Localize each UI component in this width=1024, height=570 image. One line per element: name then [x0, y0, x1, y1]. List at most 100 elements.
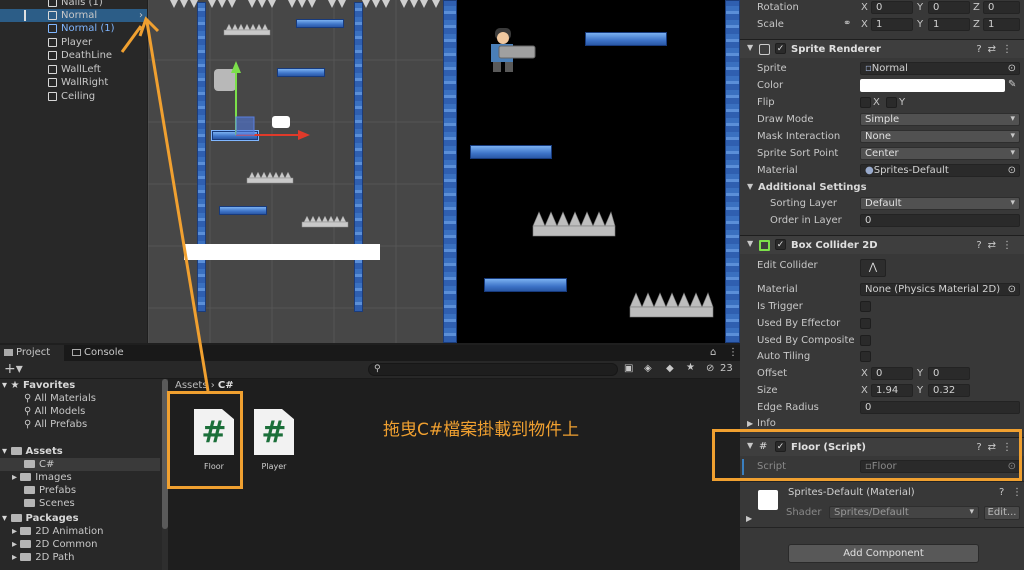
expand-arrow-icon[interactable]: ▶	[746, 514, 752, 523]
mask-interaction-dropdown[interactable]: None	[860, 130, 1020, 143]
help-icon[interactable]: ?	[999, 487, 1004, 498]
folder-item-prefabs[interactable]: Prefabs	[0, 484, 160, 497]
component-header-icons[interactable]: ?⇄⋮	[976, 44, 1018, 55]
edit-shader-button[interactable]: Edit...	[984, 506, 1020, 520]
used-by-effector-checkbox[interactable]	[860, 318, 871, 329]
packages-section[interactable]: ▾ Packages	[0, 512, 160, 525]
search-input[interactable]: ⚲	[368, 363, 618, 376]
platform-sprite[interactable]	[296, 19, 344, 28]
filter-type-icon[interactable]: ▣	[624, 363, 633, 374]
enabled-checkbox[interactable]: ✓	[775, 43, 786, 54]
hierarchy-item-wallright[interactable]: WallRight	[0, 76, 147, 89]
expand-arrow-icon[interactable]: ▼	[747, 182, 753, 191]
rotation-y-field[interactable]: 0	[928, 1, 970, 14]
asset-file-player[interactable]: # Player	[248, 409, 300, 483]
link-icon[interactable]: ⚭	[843, 18, 851, 29]
color-swatch[interactable]	[860, 79, 1005, 92]
offset-y-field[interactable]: 0	[928, 367, 970, 380]
rotation-x-field[interactable]: 0	[871, 1, 913, 14]
expand-arrow-icon[interactable]: ▶	[747, 419, 753, 428]
assets-section[interactable]: ▾ Assets	[0, 445, 160, 458]
breadcrumb-current[interactable]: C#	[218, 380, 234, 391]
rotation-z-field[interactable]: 0	[983, 1, 1020, 14]
expand-arrow-icon[interactable]: ▸	[12, 526, 17, 537]
collider-material-field[interactable]: None (Physics Material 2D) ⊙	[860, 283, 1020, 296]
platform-sprite[interactable]	[219, 206, 267, 215]
info-foldout[interactable]: Info	[757, 418, 776, 429]
additional-settings-foldout[interactable]: Additional Settings	[758, 182, 867, 193]
sprite-sort-point-dropdown[interactable]: Center	[860, 147, 1020, 160]
add-component-button[interactable]: Add Component	[788, 544, 979, 563]
auto-tiling-checkbox[interactable]	[860, 351, 871, 362]
hierarchy-item-player[interactable]: Player	[0, 36, 147, 49]
scale-z-field[interactable]: 1	[983, 18, 1020, 31]
object-picker-icon[interactable]: ⊙	[1008, 63, 1016, 74]
menu-icon[interactable]: ⋮	[728, 347, 738, 358]
lock-icon[interactable]: ⌂	[710, 347, 716, 358]
tag-icon[interactable]: ◆	[666, 363, 674, 374]
tab-project[interactable]: Project	[0, 345, 64, 361]
folder-item-scenes[interactable]: Scenes	[0, 497, 160, 510]
filter-label-icon[interactable]: ◈	[644, 363, 652, 374]
sprite-renderer-header[interactable]: ▼ ✓ Sprite Renderer ?⇄⋮	[740, 39, 1024, 58]
expand-arrow-icon[interactable]: ▾	[2, 446, 7, 457]
favorite-item[interactable]: ⚲ All Materials	[0, 392, 160, 405]
order-in-layer-field[interactable]: 0	[860, 214, 1020, 227]
expand-arrow-icon[interactable]: ▸	[12, 472, 17, 483]
folder-item-csharp[interactable]: C#	[0, 458, 160, 471]
expand-arrow-icon[interactable]: ▾	[2, 513, 7, 524]
box-collider-header[interactable]: ▼ ✓ Box Collider 2D ?⇄⋮	[740, 235, 1024, 254]
scale-y-field[interactable]: 1	[928, 18, 970, 31]
wall-right-sprite[interactable]	[354, 2, 363, 312]
expand-arrow-icon[interactable]: ▸	[12, 552, 17, 563]
object-picker-icon[interactable]: ⊙	[1008, 284, 1016, 295]
breadcrumb-root[interactable]: Assets	[175, 380, 208, 391]
flip-y-checkbox[interactable]	[886, 97, 897, 108]
move-gizmo-icon[interactable]	[208, 55, 328, 145]
package-item[interactable]: ▸ 2D Path	[0, 551, 160, 564]
edit-collider-button[interactable]: ⋀	[860, 259, 886, 277]
expand-arrow-icon[interactable]: ▾	[2, 380, 7, 391]
hierarchy-item-normal[interactable]: Normal ›	[0, 9, 147, 22]
wall-left-sprite[interactable]	[197, 2, 206, 312]
draw-mode-dropdown[interactable]: Simple	[860, 113, 1020, 126]
package-item[interactable]: ▸ 2D Common	[0, 538, 160, 551]
tab-console[interactable]: Console	[68, 345, 138, 361]
expand-arrow-icon[interactable]: ▼	[747, 43, 753, 52]
sorting-layer-dropdown[interactable]: Default	[860, 197, 1020, 210]
hierarchy-item-wallleft[interactable]: WallLeft	[0, 63, 147, 76]
chevron-right-icon[interactable]: ›	[139, 23, 143, 34]
is-trigger-checkbox[interactable]	[860, 301, 871, 312]
component-header-icons[interactable]: ?⇄⋮	[976, 240, 1018, 251]
folder-item-images[interactable]: ▸ Images	[0, 471, 160, 484]
favorites-section[interactable]: ▾ ★ Favorites	[0, 379, 160, 392]
used-by-composite-checkbox[interactable]	[860, 335, 871, 346]
menu-icon[interactable]: ⋮	[1012, 487, 1022, 498]
hidden-packages-icon[interactable]: ⊘	[706, 363, 714, 374]
hierarchy-item-deathline[interactable]: DeathLine	[0, 49, 147, 62]
hierarchy-item-ceiling[interactable]: Ceiling	[0, 90, 147, 103]
chevron-right-icon[interactable]: ›	[139, 10, 143, 21]
material-field[interactable]: ●Sprites-Default ⊙	[860, 164, 1020, 177]
create-plus-icon[interactable]: +▾	[4, 361, 23, 377]
hierarchy-item-nails[interactable]: Nails (1)	[0, 0, 147, 9]
eyedropper-icon[interactable]: ✎	[1008, 79, 1016, 90]
scale-x-field[interactable]: 1	[871, 18, 913, 31]
favorite-item[interactable]: ⚲ All Models	[0, 405, 160, 418]
sprite-field[interactable]: ▫Normal ⊙	[860, 62, 1020, 75]
flip-x-checkbox[interactable]	[860, 97, 871, 108]
enabled-checkbox[interactable]: ✓	[775, 239, 786, 250]
expand-arrow-icon[interactable]: ▸	[12, 539, 17, 550]
hierarchy-item-normal-1[interactable]: Normal (1) ›	[0, 22, 147, 35]
deathline-sprite[interactable]	[184, 244, 380, 260]
shader-dropdown[interactable]: Sprites/Default	[829, 506, 979, 519]
offset-x-field[interactable]: 0	[871, 367, 913, 380]
package-item[interactable]: ▸ 2D Animation	[0, 525, 160, 538]
favorite-star-icon[interactable]: ★	[686, 362, 695, 373]
game-view[interactable]	[443, 0, 740, 343]
size-y-field[interactable]: 0.32	[928, 384, 970, 397]
scene-view[interactable]	[148, 0, 443, 343]
expand-arrow-icon[interactable]: ▼	[747, 239, 753, 248]
object-picker-icon[interactable]: ⊙	[1008, 165, 1016, 176]
edge-radius-field[interactable]: 0	[860, 401, 1020, 414]
